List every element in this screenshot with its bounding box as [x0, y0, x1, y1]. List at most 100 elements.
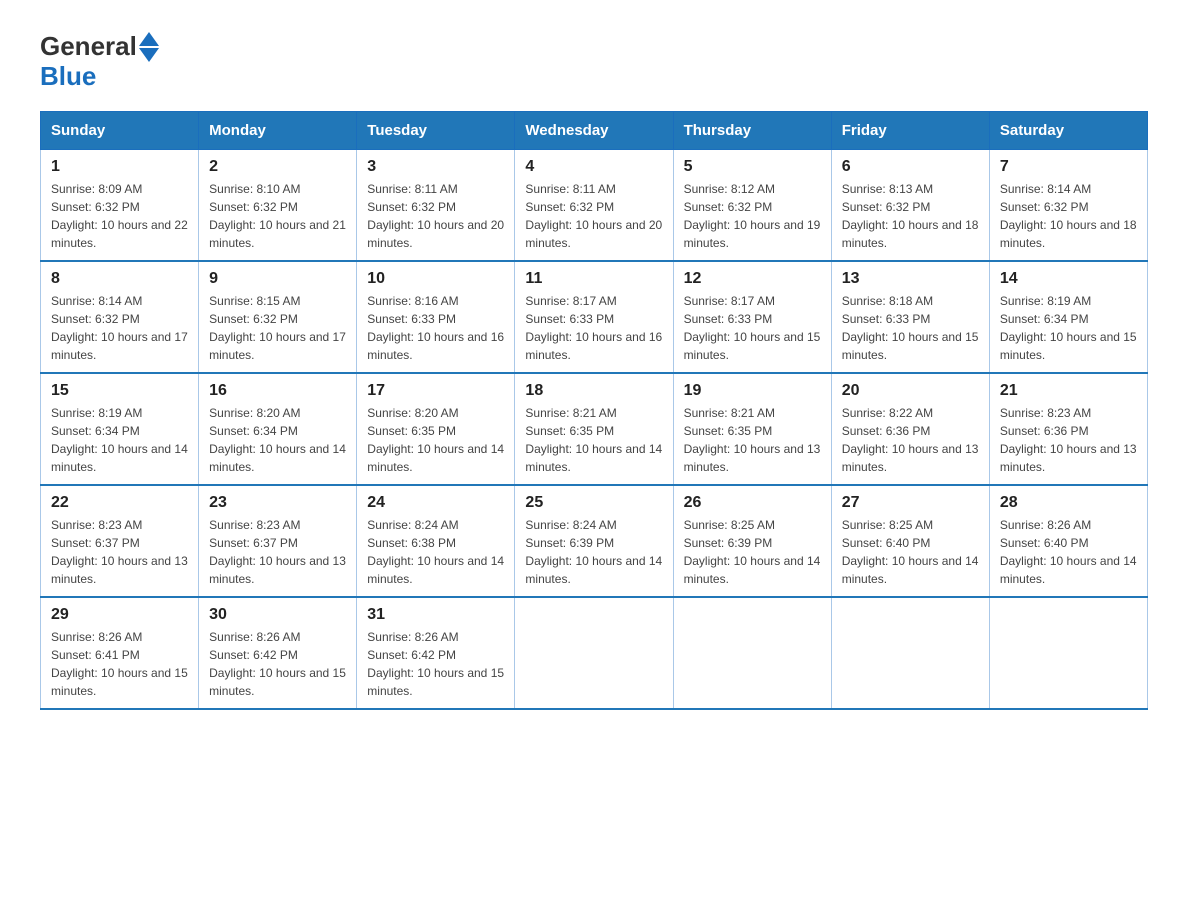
calendar-cell	[515, 597, 673, 709]
column-header-thursday: Thursday	[673, 111, 831, 149]
day-info: Sunrise: 8:09 AM Sunset: 6:32 PM Dayligh…	[51, 180, 188, 252]
day-number: 21	[1000, 382, 1137, 400]
day-number: 17	[367, 382, 504, 400]
day-info: Sunrise: 8:25 AM Sunset: 6:40 PM Dayligh…	[842, 516, 979, 588]
calendar-cell: 26 Sunrise: 8:25 AM Sunset: 6:39 PM Dayl…	[673, 485, 831, 597]
calendar-row: 8 Sunrise: 8:14 AM Sunset: 6:32 PM Dayli…	[41, 261, 1148, 373]
calendar-row: 1 Sunrise: 8:09 AM Sunset: 6:32 PM Dayli…	[41, 149, 1148, 261]
calendar-cell: 8 Sunrise: 8:14 AM Sunset: 6:32 PM Dayli…	[41, 261, 199, 373]
calendar-cell: 13 Sunrise: 8:18 AM Sunset: 6:33 PM Dayl…	[831, 261, 989, 373]
day-info: Sunrise: 8:12 AM Sunset: 6:32 PM Dayligh…	[684, 180, 821, 252]
day-number: 29	[51, 606, 188, 624]
day-info: Sunrise: 8:21 AM Sunset: 6:35 PM Dayligh…	[525, 404, 662, 476]
calendar-cell: 30 Sunrise: 8:26 AM Sunset: 6:42 PM Dayl…	[199, 597, 357, 709]
day-info: Sunrise: 8:26 AM Sunset: 6:40 PM Dayligh…	[1000, 516, 1137, 588]
day-number: 25	[525, 494, 662, 512]
day-info: Sunrise: 8:26 AM Sunset: 6:42 PM Dayligh…	[367, 628, 504, 700]
day-number: 3	[367, 158, 504, 176]
day-number: 22	[51, 494, 188, 512]
calendar-cell: 6 Sunrise: 8:13 AM Sunset: 6:32 PM Dayli…	[831, 149, 989, 261]
calendar-cell: 12 Sunrise: 8:17 AM Sunset: 6:33 PM Dayl…	[673, 261, 831, 373]
calendar-cell: 29 Sunrise: 8:26 AM Sunset: 6:41 PM Dayl…	[41, 597, 199, 709]
calendar-cell: 10 Sunrise: 8:16 AM Sunset: 6:33 PM Dayl…	[357, 261, 515, 373]
calendar-cell: 2 Sunrise: 8:10 AM Sunset: 6:32 PM Dayli…	[199, 149, 357, 261]
calendar-cell: 16 Sunrise: 8:20 AM Sunset: 6:34 PM Dayl…	[199, 373, 357, 485]
calendar-cell: 5 Sunrise: 8:12 AM Sunset: 6:32 PM Dayli…	[673, 149, 831, 261]
day-number: 15	[51, 382, 188, 400]
day-number: 16	[209, 382, 346, 400]
column-header-tuesday: Tuesday	[357, 111, 515, 149]
day-info: Sunrise: 8:14 AM Sunset: 6:32 PM Dayligh…	[1000, 180, 1137, 252]
day-info: Sunrise: 8:20 AM Sunset: 6:34 PM Dayligh…	[209, 404, 346, 476]
column-header-saturday: Saturday	[989, 111, 1147, 149]
calendar-cell: 27 Sunrise: 8:25 AM Sunset: 6:40 PM Dayl…	[831, 485, 989, 597]
day-number: 26	[684, 494, 821, 512]
calendar-cell: 20 Sunrise: 8:22 AM Sunset: 6:36 PM Dayl…	[831, 373, 989, 485]
calendar-cell: 17 Sunrise: 8:20 AM Sunset: 6:35 PM Dayl…	[357, 373, 515, 485]
calendar-cell: 24 Sunrise: 8:24 AM Sunset: 6:38 PM Dayl…	[357, 485, 515, 597]
day-number: 5	[684, 158, 821, 176]
calendar-cell: 11 Sunrise: 8:17 AM Sunset: 6:33 PM Dayl…	[515, 261, 673, 373]
calendar-cell: 25 Sunrise: 8:24 AM Sunset: 6:39 PM Dayl…	[515, 485, 673, 597]
day-number: 31	[367, 606, 504, 624]
calendar-cell: 1 Sunrise: 8:09 AM Sunset: 6:32 PM Dayli…	[41, 149, 199, 261]
day-info: Sunrise: 8:19 AM Sunset: 6:34 PM Dayligh…	[51, 404, 188, 476]
day-number: 30	[209, 606, 346, 624]
day-number: 6	[842, 158, 979, 176]
calendar-row: 15 Sunrise: 8:19 AM Sunset: 6:34 PM Dayl…	[41, 373, 1148, 485]
calendar-cell: 3 Sunrise: 8:11 AM Sunset: 6:32 PM Dayli…	[357, 149, 515, 261]
calendar-cell	[989, 597, 1147, 709]
calendar-cell	[673, 597, 831, 709]
calendar-row: 22 Sunrise: 8:23 AM Sunset: 6:37 PM Dayl…	[41, 485, 1148, 597]
day-info: Sunrise: 8:17 AM Sunset: 6:33 PM Dayligh…	[525, 292, 662, 364]
calendar-cell: 28 Sunrise: 8:26 AM Sunset: 6:40 PM Dayl…	[989, 485, 1147, 597]
day-number: 27	[842, 494, 979, 512]
page-header: General Blue	[40, 30, 1148, 91]
column-header-monday: Monday	[199, 111, 357, 149]
day-number: 4	[525, 158, 662, 176]
day-info: Sunrise: 8:23 AM Sunset: 6:37 PM Dayligh…	[209, 516, 346, 588]
day-info: Sunrise: 8:24 AM Sunset: 6:39 PM Dayligh…	[525, 516, 662, 588]
day-number: 9	[209, 270, 346, 288]
calendar-cell: 7 Sunrise: 8:14 AM Sunset: 6:32 PM Dayli…	[989, 149, 1147, 261]
logo: General Blue	[40, 30, 159, 91]
day-number: 12	[684, 270, 821, 288]
calendar-cell: 4 Sunrise: 8:11 AM Sunset: 6:32 PM Dayli…	[515, 149, 673, 261]
day-number: 13	[842, 270, 979, 288]
calendar-cell: 19 Sunrise: 8:21 AM Sunset: 6:35 PM Dayl…	[673, 373, 831, 485]
day-number: 19	[684, 382, 821, 400]
day-info: Sunrise: 8:13 AM Sunset: 6:32 PM Dayligh…	[842, 180, 979, 252]
day-info: Sunrise: 8:24 AM Sunset: 6:38 PM Dayligh…	[367, 516, 504, 588]
day-number: 14	[1000, 270, 1137, 288]
day-info: Sunrise: 8:20 AM Sunset: 6:35 PM Dayligh…	[367, 404, 504, 476]
day-number: 24	[367, 494, 504, 512]
calendar-cell: 15 Sunrise: 8:19 AM Sunset: 6:34 PM Dayl…	[41, 373, 199, 485]
column-header-wednesday: Wednesday	[515, 111, 673, 149]
day-info: Sunrise: 8:14 AM Sunset: 6:32 PM Dayligh…	[51, 292, 188, 364]
calendar-cell: 22 Sunrise: 8:23 AM Sunset: 6:37 PM Dayl…	[41, 485, 199, 597]
logo-text-blue: Blue	[40, 62, 96, 91]
day-info: Sunrise: 8:17 AM Sunset: 6:33 PM Dayligh…	[684, 292, 821, 364]
column-header-sunday: Sunday	[41, 111, 199, 149]
calendar-row: 29 Sunrise: 8:26 AM Sunset: 6:41 PM Dayl…	[41, 597, 1148, 709]
day-number: 10	[367, 270, 504, 288]
day-info: Sunrise: 8:11 AM Sunset: 6:32 PM Dayligh…	[525, 180, 662, 252]
day-info: Sunrise: 8:11 AM Sunset: 6:32 PM Dayligh…	[367, 180, 504, 252]
day-info: Sunrise: 8:10 AM Sunset: 6:32 PM Dayligh…	[209, 180, 346, 252]
day-number: 1	[51, 158, 188, 176]
day-number: 11	[525, 270, 662, 288]
day-info: Sunrise: 8:15 AM Sunset: 6:32 PM Dayligh…	[209, 292, 346, 364]
day-number: 8	[51, 270, 188, 288]
day-info: Sunrise: 8:26 AM Sunset: 6:42 PM Dayligh…	[209, 628, 346, 700]
logo-text-general: General	[40, 32, 137, 61]
day-number: 23	[209, 494, 346, 512]
day-info: Sunrise: 8:18 AM Sunset: 6:33 PM Dayligh…	[842, 292, 979, 364]
day-number: 18	[525, 382, 662, 400]
calendar-cell: 23 Sunrise: 8:23 AM Sunset: 6:37 PM Dayl…	[199, 485, 357, 597]
day-number: 28	[1000, 494, 1137, 512]
day-info: Sunrise: 8:23 AM Sunset: 6:37 PM Dayligh…	[51, 516, 188, 588]
day-number: 2	[209, 158, 346, 176]
calendar-cell: 9 Sunrise: 8:15 AM Sunset: 6:32 PM Dayli…	[199, 261, 357, 373]
day-info: Sunrise: 8:26 AM Sunset: 6:41 PM Dayligh…	[51, 628, 188, 700]
day-number: 20	[842, 382, 979, 400]
